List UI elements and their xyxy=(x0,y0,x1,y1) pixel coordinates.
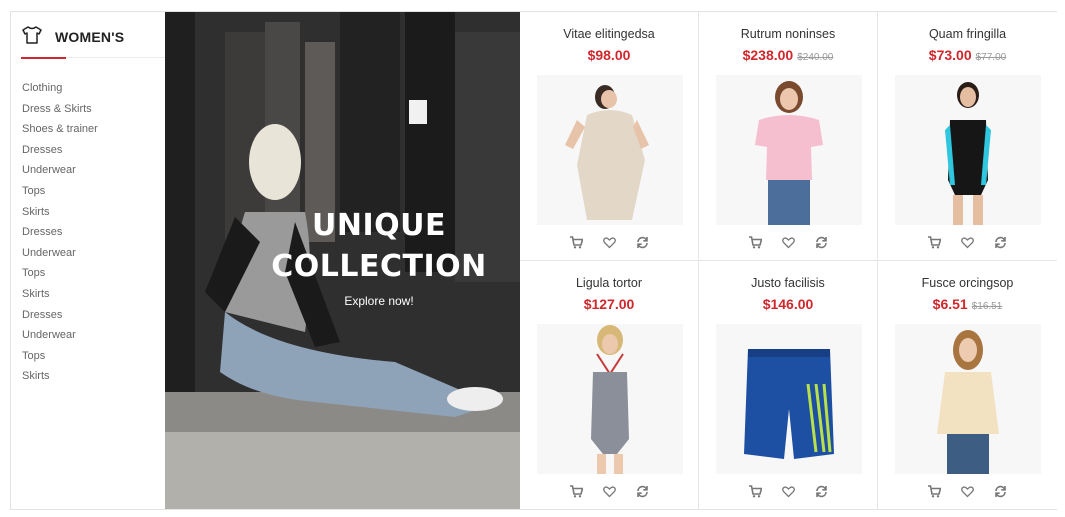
category-sidebar: WOMEN'S Clothing Dress & Skirts Shoes & … xyxy=(11,12,165,509)
women-category-block: WOMEN'S Clothing Dress & Skirts Shoes & … xyxy=(10,11,1057,510)
current-price: $238.00 xyxy=(742,47,794,63)
product-actions xyxy=(699,236,877,249)
category-link[interactable]: Underwear xyxy=(22,325,98,346)
product-price: $73.00 $77.00 xyxy=(878,47,1057,63)
product-actions xyxy=(520,485,698,498)
cart-icon[interactable] xyxy=(569,236,583,249)
category-link[interactable]: Dresses xyxy=(22,222,98,243)
current-price: $98.00 xyxy=(587,47,631,63)
category-link[interactable]: Clothing xyxy=(22,78,98,99)
compare-icon[interactable] xyxy=(636,236,649,249)
product-actions xyxy=(878,485,1057,498)
product-image[interactable] xyxy=(537,324,683,474)
category-link[interactable]: Skirts xyxy=(22,366,98,387)
product-name[interactable]: Vitae elitingedsa xyxy=(520,27,698,41)
category-link[interactable]: Skirts xyxy=(22,202,98,223)
compare-icon[interactable] xyxy=(815,236,828,249)
explore-now-link[interactable]: Explore now! xyxy=(165,294,520,308)
compare-icon[interactable] xyxy=(994,236,1007,249)
compare-icon[interactable] xyxy=(815,485,828,498)
old-price: $16.51 xyxy=(971,301,1003,312)
product-card[interactable]: Justo facilisis $146.00 xyxy=(699,261,878,509)
product-price: $98.00 xyxy=(520,47,698,63)
category-link[interactable]: Tops xyxy=(22,263,98,284)
current-price: $127.00 xyxy=(583,296,635,312)
old-price: $240.00 xyxy=(797,52,834,63)
heart-icon[interactable] xyxy=(602,236,616,249)
product-image[interactable] xyxy=(537,75,683,225)
category-list: Clothing Dress & Skirts Shoes & trainer … xyxy=(22,78,98,387)
product-name[interactable]: Rutrum noninses xyxy=(699,27,877,41)
product-price: $146.00 xyxy=(699,296,877,312)
product-name[interactable]: Justo facilisis xyxy=(699,276,877,290)
category-link[interactable]: Tops xyxy=(22,181,98,202)
category-link[interactable]: Underwear xyxy=(22,160,98,181)
product-actions xyxy=(878,236,1057,249)
tshirt-icon xyxy=(22,25,42,49)
sidebar-header: WOMEN'S xyxy=(22,25,125,49)
product-price: $238.00 $240.00 xyxy=(699,47,877,63)
product-image[interactable] xyxy=(716,75,862,225)
banner-title-line1: UNIQUE xyxy=(312,208,446,243)
sidebar-title: WOMEN'S xyxy=(55,29,125,45)
heart-icon[interactable] xyxy=(961,236,974,249)
compare-icon[interactable] xyxy=(994,485,1007,498)
product-image[interactable] xyxy=(895,324,1041,474)
product-actions xyxy=(520,236,698,249)
product-card[interactable]: Vitae elitingedsa $98.00 xyxy=(520,12,699,261)
heart-icon[interactable] xyxy=(781,236,795,249)
product-image[interactable] xyxy=(895,75,1041,225)
category-link[interactable]: Dress & Skirts xyxy=(22,99,98,120)
product-card[interactable]: Fusce orcingsop $6.51 $16.51 xyxy=(878,261,1057,509)
cart-icon[interactable] xyxy=(928,236,941,249)
product-card[interactable]: Rutrum noninses $238.00 $240.00 xyxy=(699,12,878,261)
old-price: $77.00 xyxy=(975,52,1007,63)
product-name[interactable]: Fusce orcingsop xyxy=(878,276,1057,290)
product-card[interactable]: Quam fringilla $73.00 $77.00 xyxy=(878,12,1057,261)
category-link[interactable]: Underwear xyxy=(22,243,98,264)
cart-icon[interactable] xyxy=(928,485,941,498)
current-price: $73.00 xyxy=(928,47,972,63)
product-price: $6.51 $16.51 xyxy=(878,296,1057,312)
heart-icon[interactable] xyxy=(961,485,974,498)
category-link[interactable]: Skirts xyxy=(22,284,98,305)
product-actions xyxy=(699,485,877,498)
category-link[interactable]: Dresses xyxy=(22,140,98,161)
product-image[interactable] xyxy=(716,324,862,474)
heart-icon[interactable] xyxy=(781,485,795,498)
product-grid: Vitae elitingedsa $98.00 Rutrum noninses… xyxy=(520,12,1057,509)
current-price: $6.51 xyxy=(932,296,968,312)
sidebar-divider-accent xyxy=(21,57,66,59)
category-link[interactable]: Shoes & trainer xyxy=(22,119,98,140)
cart-icon[interactable] xyxy=(748,236,762,249)
cart-icon[interactable] xyxy=(748,485,762,498)
product-name[interactable]: Quam fringilla xyxy=(878,27,1057,41)
category-link[interactable]: Tops xyxy=(22,346,98,367)
banner-title-line2: COLLECTION xyxy=(271,249,487,284)
cart-icon[interactable] xyxy=(569,485,583,498)
category-link[interactable]: Dresses xyxy=(22,305,98,326)
product-card[interactable]: Ligula tortor $127.00 xyxy=(520,261,699,509)
current-price: $146.00 xyxy=(762,296,814,312)
heart-icon[interactable] xyxy=(602,485,616,498)
compare-icon[interactable] xyxy=(636,485,649,498)
collection-banner[interactable]: UNIQUE COLLECTION Explore now! xyxy=(165,12,520,509)
product-price: $127.00 xyxy=(520,296,698,312)
product-name[interactable]: Ligula tortor xyxy=(520,276,698,290)
